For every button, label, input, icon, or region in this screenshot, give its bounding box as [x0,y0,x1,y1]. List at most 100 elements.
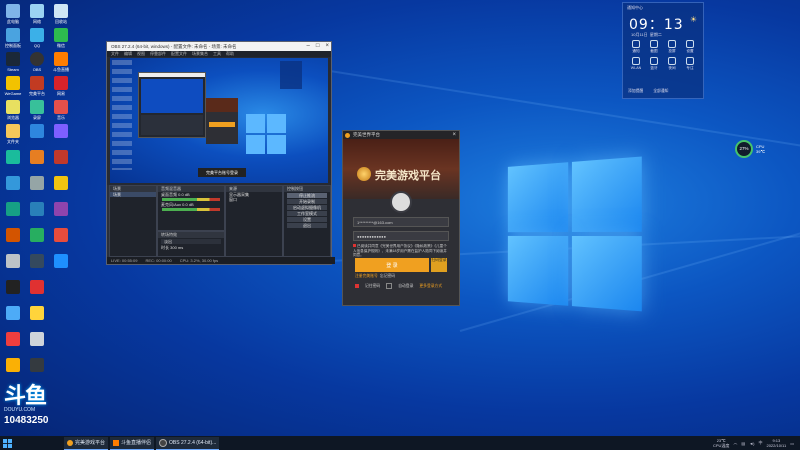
widget-tile[interactable]: 截图 [645,40,663,54]
desktop-icon[interactable]: Steam [2,52,24,72]
maximize-icon[interactable]: □ [316,42,320,51]
taskbar-item-douyu[interactable]: 斗鱼直播伴侣 [110,436,155,450]
nested-icons [112,60,132,170]
login-button[interactable]: 登 录 [355,258,429,272]
desktop-icon[interactable] [2,306,24,321]
qr-login-button[interactable]: 扫码登录 [431,258,447,272]
obs-preview[interactable]: 完美平台账号登录 [110,58,328,183]
tray-clock[interactable]: 9:13 2022/10/11 [766,438,786,448]
close-icon[interactable]: × [325,42,329,51]
desktop-icon[interactable]: 录屏 [26,100,48,120]
stop-stream-button[interactable]: 停止推流 [287,193,327,198]
desktop-icon[interactable] [26,254,48,269]
widget-tile[interactable]: 设置 [681,40,699,54]
widget-tile[interactable]: 通知 [627,40,645,54]
desktop-icon[interactable]: 回收站 [50,4,72,24]
volume-icon[interactable]: ◄) [749,441,754,446]
desktop-icon[interactable] [26,228,48,243]
network-icon[interactable]: ▤ [741,441,745,446]
start-recording-button[interactable]: 开始录制 [287,199,327,204]
desktop-icon[interactable] [26,202,48,217]
desktop-icon[interactable] [26,176,48,191]
desktop-icon[interactable] [26,280,48,295]
studio-mode-button[interactable]: 工作室模式 [287,211,327,216]
menu-item[interactable]: 工具 [213,51,221,57]
desktop-icon[interactable] [26,332,48,347]
desktop-icon[interactable]: QQ [26,28,48,48]
login-titlebar[interactable]: 完美世界平台 × [343,131,459,139]
input-method[interactable]: 中 [758,440,762,446]
desktop-icon[interactable]: 微信 [50,28,72,48]
desktop-icon[interactable] [2,176,24,191]
settings-button[interactable]: 设置 [287,217,327,222]
menu-item[interactable]: 场景集合 [192,51,208,57]
exit-button[interactable]: 退出 [287,223,327,228]
chevron-up-icon[interactable]: ︿ [733,440,737,446]
notification-icon[interactable]: ▭ [790,441,794,446]
desktop-icon[interactable] [2,254,24,269]
obs-titlebar[interactable]: OBS 27.2.4 (64-bit, windows) - 配置文件: 未命名… [107,42,331,51]
menu-item[interactable]: 编辑 [124,51,132,57]
desktop-icon[interactable] [50,202,72,217]
desktop-icon[interactable] [2,202,24,217]
desktop-icon[interactable] [26,124,48,139]
source-item[interactable]: 窗口 [226,197,282,202]
widget-tile[interactable]: 专注 [681,57,699,71]
virtual-camera-button[interactable]: 启动虚拟摄像机 [287,205,327,210]
desktop-icon[interactable]: 完美平台 [26,76,48,96]
taskbar-item-obs[interactable]: OBS 27.2.4 (64-bit)... [156,436,220,450]
remember-checkbox[interactable] [355,284,359,288]
widget-tile[interactable]: WLAN [627,57,645,71]
desktop-icon[interactable]: 网络 [26,4,48,24]
obs-window[interactable]: OBS 27.2.4 (64-bit, windows) - 配置文件: 未命名… [106,41,335,265]
desktop-icon[interactable] [2,228,24,243]
room-id: 10483250 [4,415,49,426]
game-login-window[interactable]: 完美世界平台 × 完美游戏平台 1*********@163.com ●●●●●… [342,130,460,306]
desktop-icon[interactable]: WeGame [2,76,24,96]
cpu-widget[interactable]: 27% CPU 39℃ [735,139,785,158]
account-input[interactable]: 1*********@163.com [353,217,449,227]
desktop-icon[interactable] [50,228,72,243]
widget-tile[interactable]: 夜间 [663,57,681,71]
menu-item[interactable]: 停靠部件 [150,51,166,57]
desktop-icon[interactable]: 斗鱼直播 [50,52,72,72]
obs-title: OBS 27.2.4 (64-bit, windows) - 配置文件: 未命名… [111,43,237,49]
menu-item[interactable]: 视图 [137,51,145,57]
clock-widget[interactable]: 通知中心 09：13 ☀ 10月11日 星期二 通知 截图 投屏 设置 WLAN… [622,2,704,99]
minimize-icon[interactable]: – [307,42,310,51]
desktop-icon[interactable]: 控制面板 [2,28,24,48]
autologin-checkbox[interactable] [386,283,393,289]
desktop-icon[interactable] [26,150,48,165]
desktop-icon[interactable]: 音乐 [50,100,72,120]
desktop-icon[interactable] [50,176,72,191]
duration-value[interactable]: 300 ms [170,245,183,250]
forgot-link[interactable]: 忘记密码 [380,274,395,278]
desktop-icon[interactable] [50,150,72,165]
password-input[interactable]: ●●●●●●●●●●●● [353,231,449,241]
desktop-icon[interactable]: 此电脑 [2,4,24,24]
start-button[interactable] [0,436,14,450]
more-login-link[interactable]: 更多登录方式 [419,284,442,289]
menu-item[interactable]: 配置文件 [171,51,187,57]
menu-item[interactable]: 文件 [111,51,119,57]
desktop-icon[interactable]: 浏览器 [2,100,24,120]
taskbar-item-perfect-platform[interactable]: 完美游戏平台 [64,436,109,450]
close-icon[interactable]: × [452,131,456,139]
agreement-checkbox[interactable] [353,244,356,247]
desktop-icon[interactable] [26,306,48,321]
widget-tile[interactable]: 蓝牙 [645,57,663,71]
desktop-icon[interactable] [50,124,72,139]
desktop-icon[interactable]: 网易 [50,76,72,96]
desktop-icon[interactable] [50,254,72,269]
menu-item[interactable]: 帮助 [226,51,234,57]
desktop-icon[interactable]: OBS [26,52,48,72]
desktop-icon[interactable] [2,150,24,165]
desktop-icon[interactable] [2,358,24,373]
desktop-icon[interactable] [2,332,24,347]
desktop-icon[interactable] [2,280,24,295]
desktop-icon[interactable]: 文件夹 [2,124,24,144]
widget-tile[interactable]: 投屏 [663,40,681,54]
desktop-icon[interactable] [26,358,48,373]
scene-item[interactable]: 场景 [110,192,156,197]
transition-select[interactable]: 淡出 [161,239,221,244]
